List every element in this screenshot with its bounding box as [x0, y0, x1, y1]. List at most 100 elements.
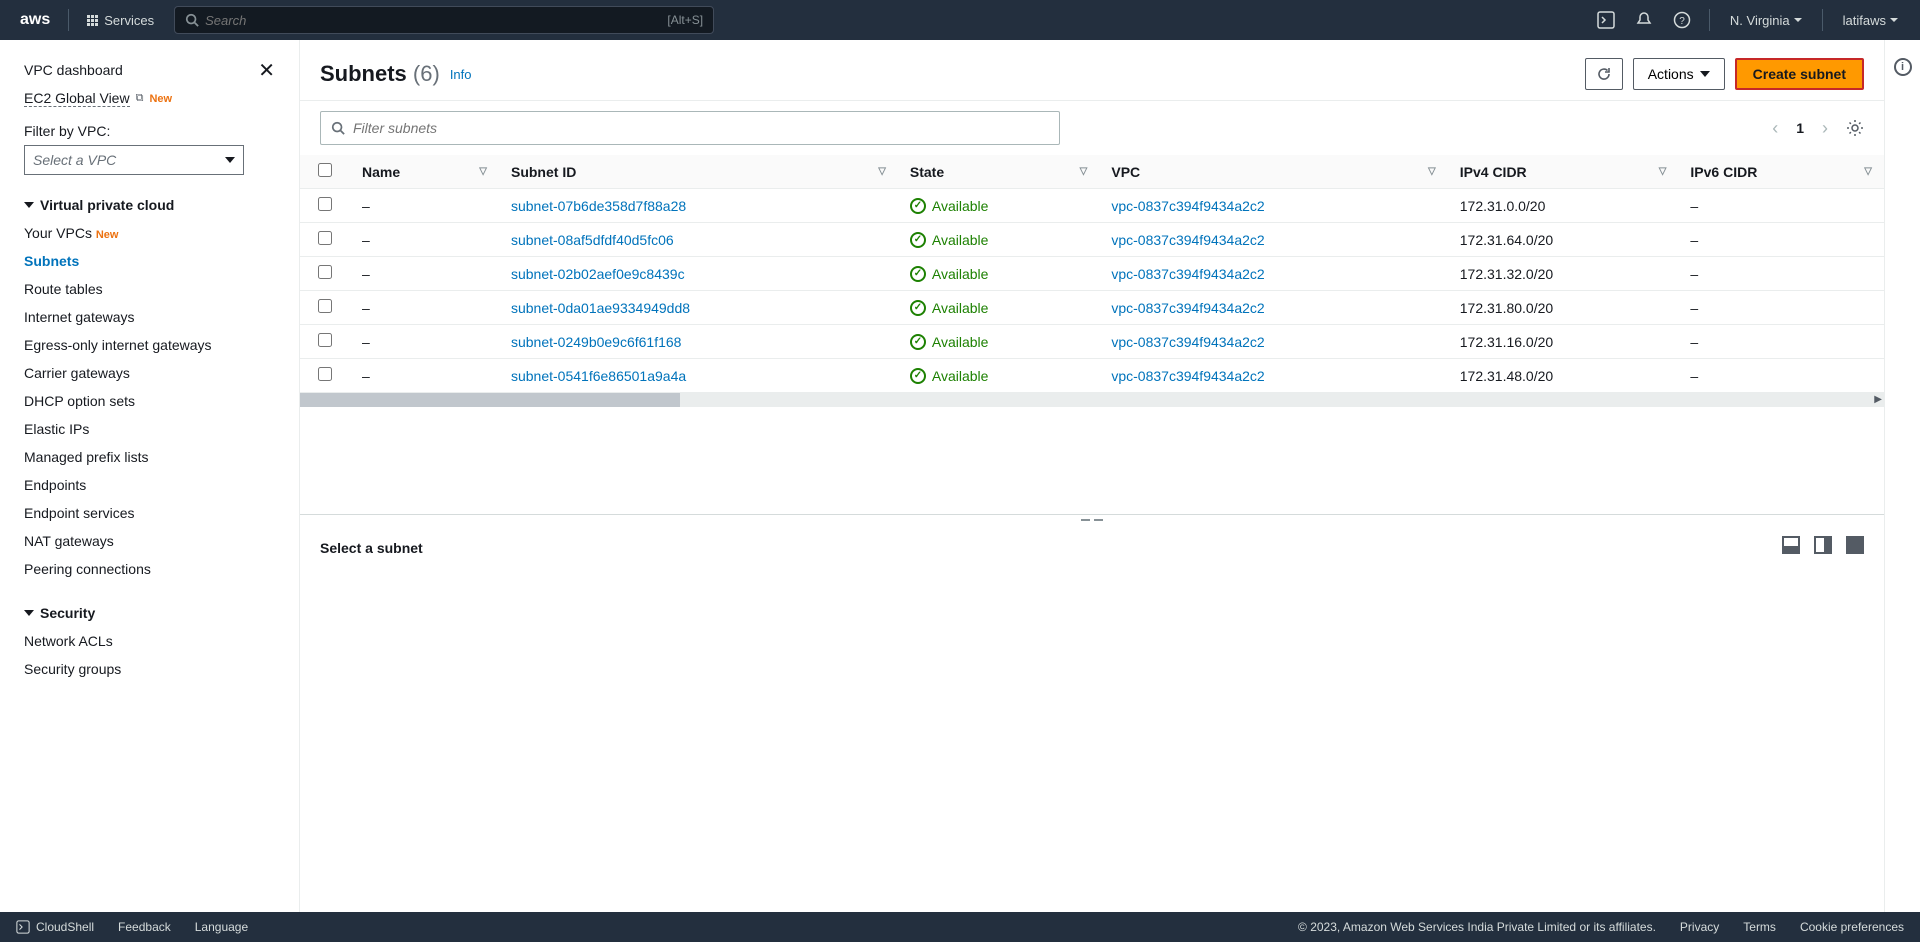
region-selector[interactable]: N. Virginia: [1720, 9, 1812, 32]
sidebar-ec2-global-view[interactable]: EC2 Global View ⧉ New: [24, 84, 275, 113]
table-row[interactable]: – subnet-0541f6e86501a9a4aAvailablevpc-08…: [300, 359, 1884, 393]
cell-vpc[interactable]: vpc-0837c394f9434a2c2: [1099, 291, 1447, 325]
vpc-filter-select[interactable]: Select a VPC: [24, 145, 244, 175]
cell-subnet-id[interactable]: subnet-0541f6e86501a9a4a: [499, 359, 898, 393]
terms-link[interactable]: Terms: [1743, 920, 1776, 934]
row-checkbox[interactable]: [318, 265, 332, 279]
row-checkbox[interactable]: [318, 367, 332, 381]
sidebar-item[interactable]: NAT gateways: [24, 527, 275, 555]
cell-subnet-id[interactable]: subnet-07b6de358d7f88a28: [499, 189, 898, 223]
cookie-prefs-link[interactable]: Cookie preferences: [1800, 920, 1904, 934]
select-all-checkbox[interactable]: [318, 163, 332, 177]
cell-ipv6: –: [1678, 291, 1884, 325]
sidebar-item[interactable]: Carrier gateways: [24, 359, 275, 387]
create-subnet-button[interactable]: Create subnet: [1735, 58, 1864, 90]
scrollbar-thumb[interactable]: [300, 393, 680, 407]
check-circle-icon: [910, 232, 926, 248]
sidebar-item[interactable]: Endpoints: [24, 471, 275, 499]
filter-input[interactable]: [353, 120, 1049, 136]
privacy-link[interactable]: Privacy: [1680, 920, 1719, 934]
cell-subnet-id[interactable]: subnet-0249b0e9c6f61f168: [499, 325, 898, 359]
column-header[interactable]: VPC▽: [1099, 155, 1447, 189]
table-row[interactable]: –subnet-08af5dfdf40d5fc06Availablevpc-08…: [300, 223, 1884, 257]
services-menu[interactable]: Services: [79, 9, 162, 32]
help-icon[interactable]: ?: [1665, 5, 1699, 35]
filter-by-vpc-label: Filter by VPC:: [24, 123, 275, 139]
detail-panel: Select a subnet: [300, 526, 1884, 913]
feedback-link[interactable]: Feedback: [118, 920, 171, 934]
row-checkbox[interactable]: [318, 299, 332, 313]
split-handle[interactable]: [300, 514, 1884, 526]
cell-subnet-id[interactable]: subnet-0da01ae9334949dd8: [499, 291, 898, 325]
chevron-down-icon: [24, 610, 34, 616]
global-search[interactable]: [Alt+S]: [174, 6, 714, 34]
row-checkbox[interactable]: [318, 231, 332, 245]
sidebar-item[interactable]: Internet gateways: [24, 303, 275, 331]
sidebar-item[interactable]: DHCP option sets: [24, 387, 275, 415]
panel-layout-side-icon[interactable]: [1814, 536, 1832, 554]
ec2-global-label: EC2 Global View: [24, 90, 130, 107]
panel-layout-bottom-icon[interactable]: [1782, 536, 1800, 554]
info-link[interactable]: Info: [450, 67, 472, 82]
sidebar-item[interactable]: Elastic IPs: [24, 415, 275, 443]
cell-vpc[interactable]: vpc-0837c394f9434a2c2: [1099, 223, 1447, 257]
refresh-button[interactable]: [1585, 58, 1623, 90]
column-header[interactable]: Subnet ID▽: [499, 155, 898, 189]
pager-next[interactable]: ›: [1822, 118, 1828, 139]
cell-ipv6: –: [1678, 359, 1884, 393]
sidebar-item[interactable]: Security groups: [24, 655, 275, 683]
sidebar-vpc-dashboard[interactable]: VPC dashboard: [24, 56, 123, 84]
actions-button[interactable]: Actions: [1633, 58, 1725, 90]
pager-prev[interactable]: ‹: [1772, 118, 1778, 139]
cell-vpc[interactable]: vpc-0837c394f9434a2c2: [1099, 189, 1447, 223]
table-row[interactable]: –subnet-0da01ae9334949dd8Availablevpc-08…: [300, 291, 1884, 325]
sidebar-close-icon[interactable]: ✕: [258, 58, 275, 83]
sidebar-item[interactable]: Network ACLs: [24, 627, 275, 655]
notifications-icon[interactable]: [1627, 5, 1661, 35]
row-checkbox[interactable]: [318, 333, 332, 347]
cell-vpc[interactable]: vpc-0837c394f9434a2c2: [1099, 325, 1447, 359]
cell-vpc[interactable]: vpc-0837c394f9434a2c2: [1099, 359, 1447, 393]
cell-ipv4: 172.31.64.0/20: [1448, 223, 1679, 257]
sidebar-section-vpc[interactable]: Virtual private cloud: [24, 197, 275, 213]
sidebar-item[interactable]: Your VPCs New: [24, 219, 275, 247]
cell-subnet-id[interactable]: subnet-08af5dfdf40d5fc06: [499, 223, 898, 257]
cell-vpc[interactable]: vpc-0837c394f9434a2c2: [1099, 257, 1447, 291]
table-row[interactable]: –subnet-07b6de358d7f88a28Availablevpc-08…: [300, 189, 1884, 223]
sidebar-item[interactable]: Managed prefix lists: [24, 443, 275, 471]
cell-state: Available: [898, 359, 1099, 393]
content-header: Subnets (6) Info Actions Create subnet: [300, 40, 1884, 101]
settings-icon[interactable]: [1846, 119, 1864, 137]
scroll-right-icon: ▶: [1874, 394, 1882, 405]
cloudshell-icon[interactable]: [1589, 5, 1623, 35]
aws-logo[interactable]: aws: [12, 11, 58, 29]
filter-subnets[interactable]: [320, 111, 1060, 145]
panel-layout-full-icon[interactable]: [1846, 536, 1864, 554]
sidebar-item[interactable]: Route tables: [24, 275, 275, 303]
info-icon[interactable]: i: [1894, 58, 1912, 76]
cell-subnet-id[interactable]: subnet-02b02aef0e9c8439c: [499, 257, 898, 291]
sidebar-item[interactable]: Peering connections: [24, 555, 275, 583]
sidebar-item[interactable]: Subnets: [24, 247, 275, 275]
column-header[interactable]: State▽: [898, 155, 1099, 189]
account-menu[interactable]: latifaws: [1833, 9, 1908, 32]
cell-ipv6: –: [1678, 189, 1884, 223]
column-header[interactable]: IPv4 CIDR▽: [1448, 155, 1679, 189]
column-header[interactable]: Name▽: [350, 155, 499, 189]
column-header[interactable]: IPv6 CIDR▽: [1678, 155, 1884, 189]
section-security-label: Security: [40, 605, 95, 621]
sidebar-section-security[interactable]: Security: [24, 605, 275, 621]
language-link[interactable]: Language: [195, 920, 248, 934]
pager-page: 1: [1796, 120, 1804, 136]
pager: ‹ 1 ›: [1772, 118, 1864, 139]
table-row[interactable]: –subnet-02b02aef0e9c8439cAvailablevpc-08…: [300, 257, 1884, 291]
sidebar-item[interactable]: Endpoint services: [24, 499, 275, 527]
row-checkbox[interactable]: [318, 197, 332, 211]
cloudshell-button[interactable]: CloudShell: [16, 920, 94, 934]
region-label: N. Virginia: [1730, 13, 1790, 28]
actions-label: Actions: [1648, 66, 1694, 82]
search-input[interactable]: [205, 13, 667, 28]
table-row[interactable]: –subnet-0249b0e9c6f61f168Availablevpc-08…: [300, 325, 1884, 359]
horizontal-scrollbar[interactable]: ◀ ▶: [300, 393, 1884, 407]
sidebar-item[interactable]: Egress-only internet gateways: [24, 331, 275, 359]
